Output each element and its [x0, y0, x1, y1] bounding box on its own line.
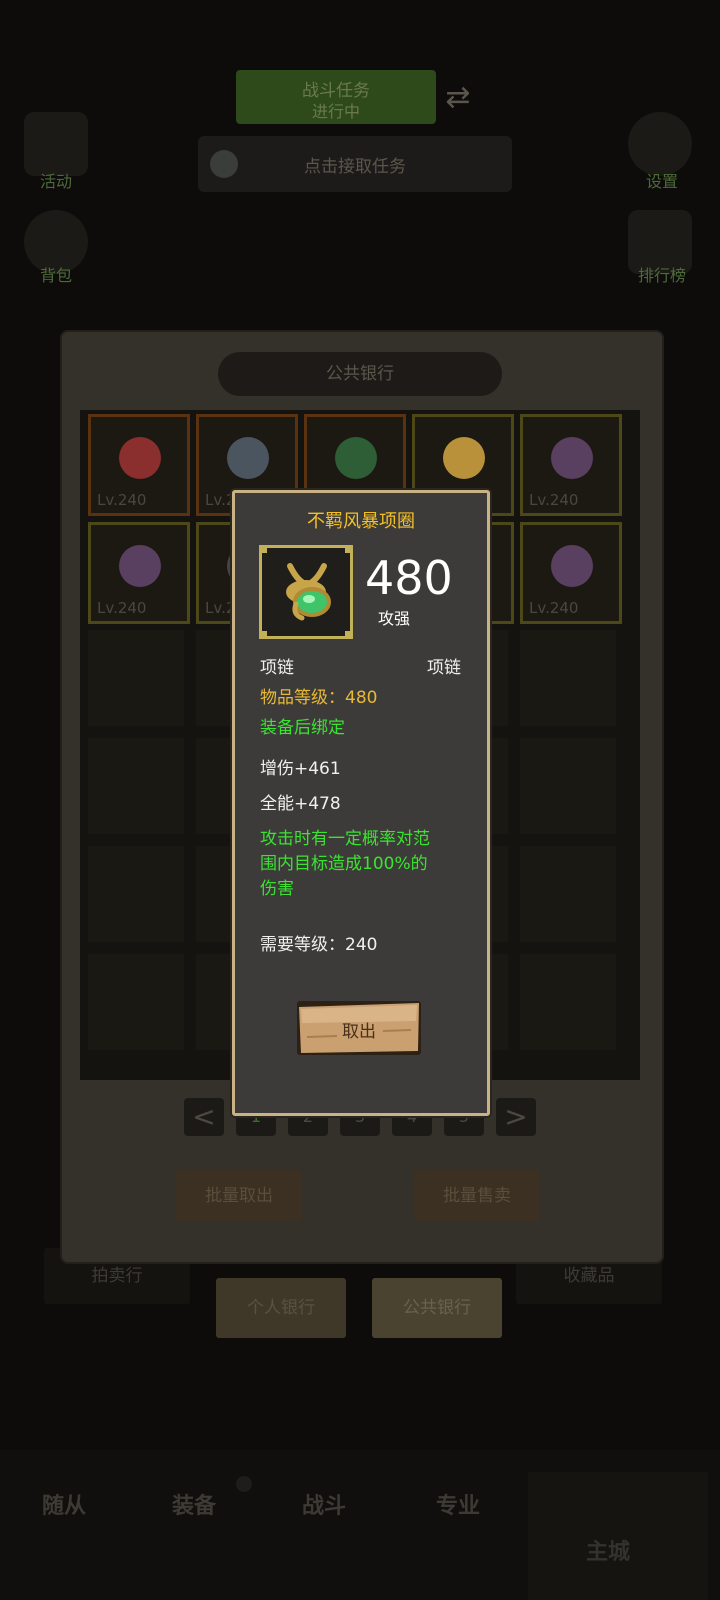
battle-indicator-icon: [236, 1476, 252, 1492]
item-score-label: 攻强: [378, 609, 411, 628]
required-level: 需要等级：240: [260, 935, 378, 955]
activity-icon[interactable]: [24, 112, 88, 176]
item-slot: 项链: [260, 658, 294, 678]
bank-item-level: Lv.240: [529, 491, 579, 509]
batch-take-button[interactable]: 批量取出: [176, 1170, 302, 1222]
item-name: 不羁风暴项圈: [307, 511, 415, 532]
next-page-button[interactable]: >: [496, 1098, 536, 1136]
gear-icon[interactable]: [628, 112, 692, 176]
nav-battle[interactable]: 战斗: [302, 1488, 346, 1520]
bank-item-icon: [119, 437, 161, 479]
bank-slot[interactable]: [88, 954, 184, 1050]
task-status: 进行中: [311, 102, 360, 121]
bank-item-level: Lv.240: [97, 599, 147, 617]
bank-item-icon: [335, 437, 377, 479]
bank-item-icon: [551, 437, 593, 479]
item-level: 物品等级：480: [260, 688, 378, 708]
bank-item-icon: [227, 437, 269, 479]
effect-line-3: 伤害: [260, 879, 294, 899]
bank-slot[interactable]: [88, 738, 184, 834]
bank-slot[interactable]: [88, 630, 184, 726]
get-task-button[interactable]: 点击接取任务: [198, 136, 512, 192]
item-icon-frame: [259, 545, 353, 639]
effect-line-1: 攻击时有一定概率对范: [260, 829, 430, 849]
tab-public-bank[interactable]: 公共银行: [372, 1278, 502, 1338]
bank-slot[interactable]: Lv.240: [520, 414, 622, 516]
necklace-icon: [286, 563, 331, 621]
current-task-box[interactable]: 战斗任务 进行中: [236, 70, 436, 124]
nav-profession[interactable]: 专业: [436, 1488, 480, 1520]
swap-icon[interactable]: ⇄: [440, 80, 476, 116]
item-tooltip: 不羁风暴项圈 480 攻强 项链 项链 物品等级：480 装备后绑定 增伤+46…: [232, 490, 490, 1116]
ranking-label: 排行榜: [637, 266, 686, 285]
settings-label: 设置: [645, 172, 678, 191]
nav-equipment[interactable]: 装备: [172, 1488, 216, 1520]
take-out-label: 取出: [342, 1022, 376, 1042]
tab-personal-bank[interactable]: 个人银行: [216, 1278, 346, 1338]
batch-sell-button[interactable]: 批量售卖: [414, 1170, 540, 1222]
activity-label: 活动: [39, 172, 72, 191]
prev-page-button[interactable]: <: [184, 1098, 224, 1136]
stat-versatility: 全能+478: [260, 794, 341, 814]
nav-followers[interactable]: 随从: [42, 1488, 86, 1520]
bank-title: 公共银行: [218, 352, 502, 396]
item-type: 项链: [427, 658, 461, 678]
bank-slot[interactable]: Lv.240: [88, 414, 190, 516]
bank-slot[interactable]: [520, 954, 616, 1050]
item-score: 480: [365, 551, 453, 605]
bank-item-level: Lv.240: [97, 491, 147, 509]
bank-slot[interactable]: Lv.240: [88, 522, 190, 624]
bank-slot[interactable]: [520, 846, 616, 942]
bank-item-icon: [551, 545, 593, 587]
bank-slot[interactable]: [520, 630, 616, 726]
bank-item-level: Lv.240: [529, 599, 579, 617]
bank-slot[interactable]: [520, 738, 616, 834]
stat-damage: 增伤+461: [260, 759, 341, 779]
bank-item-icon: [443, 437, 485, 479]
bank-item-icon: [119, 545, 161, 587]
backpack-label: 背包: [39, 266, 72, 285]
item-bind: 装备后绑定: [260, 718, 345, 738]
take-out-button[interactable]: 取出: [297, 1001, 421, 1055]
effect-line-2: 围内目标造成100%的: [260, 854, 428, 874]
get-task-label: 点击接取任务: [304, 157, 406, 177]
bank-slot[interactable]: [88, 846, 184, 942]
bank-slot[interactable]: Lv.240: [520, 522, 622, 624]
nav-main-city[interactable]: 主城: [586, 1534, 630, 1566]
